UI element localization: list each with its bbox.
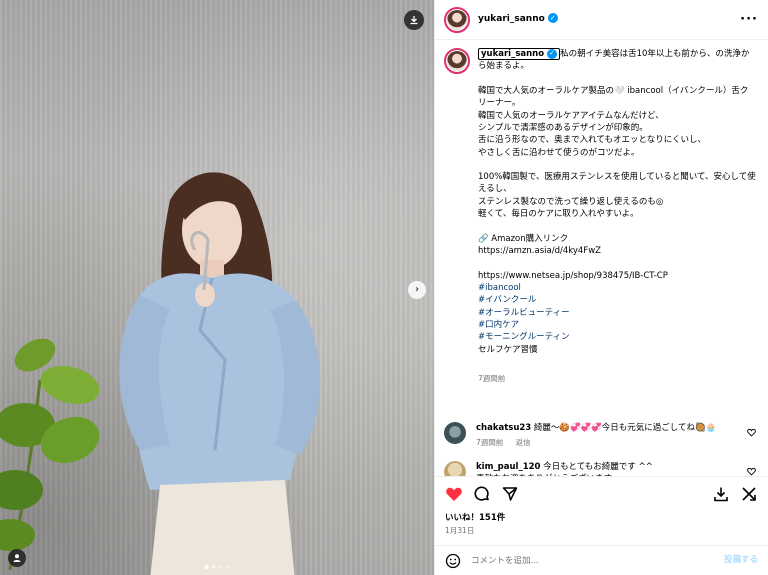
comment-icon xyxy=(474,486,489,501)
chevron-right-icon: › xyxy=(414,283,420,295)
comments-scroll-area[interactable]: yukari_sanno ✓ 私の朝イチ美容は舌10年以上も前から、の洗浄から始まる… xyxy=(435,40,768,476)
heart-filled-icon xyxy=(446,488,462,502)
user-icon xyxy=(13,554,21,562)
comment-like-icon[interactable] xyxy=(747,467,756,476)
send-icon xyxy=(502,487,518,502)
download-post-button[interactable] xyxy=(712,485,730,503)
post-date[interactable]: 1月31日 xyxy=(435,524,768,545)
carousel-dot xyxy=(204,565,209,569)
download-button[interactable] xyxy=(404,10,424,30)
post-header: yukari_sanno ✓ ··· xyxy=(435,0,768,40)
caption-text: yukari_sanno ✓ 私の朝イチ美容は舌10年以上も前から、の洗浄から始まる… xyxy=(478,48,756,385)
hashtag-link[interactable]: #モーニングルーティン xyxy=(478,331,756,343)
download-icon xyxy=(410,16,418,25)
avatar[interactable] xyxy=(444,48,470,74)
carousel-dot xyxy=(225,565,230,569)
avatar[interactable] xyxy=(444,421,466,444)
carousel-dot xyxy=(211,565,216,569)
share-button[interactable] xyxy=(501,485,519,503)
comment-input[interactable] xyxy=(471,555,724,566)
download-icon xyxy=(714,487,728,502)
comment-username[interactable]: kim_paul_120 xyxy=(476,462,540,472)
post-image[interactable]: › xyxy=(0,0,434,575)
comment-username[interactable]: chakatsu23 xyxy=(476,423,531,433)
post-details-panel: yukari_sanno ✓ ··· yukari_sanno ✓ 私の朝イチ美容は舌… xyxy=(434,0,768,575)
action-bar xyxy=(435,475,768,512)
shuffle-icon xyxy=(742,487,756,502)
carousel-dot xyxy=(218,565,223,569)
emoji-icon[interactable] xyxy=(445,553,461,569)
instagram-post-modal: › yukari_sanno ✓ ··· yukari_sanno ✓ 私の朝イチ美 xyxy=(0,0,768,575)
post-comment-button[interactable]: 投稿する xyxy=(724,554,758,566)
header-username[interactable]: yukari_sanno ✓ xyxy=(478,13,558,26)
share-forward-button[interactable] xyxy=(740,485,758,503)
caption-timestamp[interactable]: 7週間前 xyxy=(478,374,756,385)
add-comment-bar: 投稿する xyxy=(435,545,768,575)
caption-username[interactable]: yukari_sanno ✓ xyxy=(478,48,561,60)
avatar[interactable] xyxy=(444,460,466,476)
tagged-users-button[interactable] xyxy=(8,549,26,567)
carousel-indicator xyxy=(204,565,230,569)
reply-button[interactable]: 返信 xyxy=(516,438,531,447)
comment-meta: 7週間前 返信 xyxy=(476,438,741,449)
comment-text: 綺麗〜🍪💞💞💞今日も元気に過ごしてね🥘🧁 xyxy=(533,422,717,433)
avatar[interactable] xyxy=(444,6,470,33)
caption: yukari_sanno ✓ 私の朝イチ美容は舌10年以上も前から、の洗浄から始まる… xyxy=(444,48,756,410)
like-button[interactable] xyxy=(445,485,463,503)
verified-badge-icon: ✓ xyxy=(547,48,558,59)
comment-item: kim_paul_120 今日もとてもお綺麗です ^^ 素敵なお姿をありがとうご… xyxy=(444,460,756,476)
hashtag-link[interactable]: #口内ケア xyxy=(478,319,756,331)
hashtag-link[interactable]: #ibancool xyxy=(478,282,756,294)
hashtag-link[interactable]: #オーラルビューティー xyxy=(478,307,756,319)
next-image-button[interactable]: › xyxy=(408,281,426,299)
woman-figure xyxy=(119,172,321,575)
comment-button[interactable] xyxy=(473,485,491,503)
comment-timestamp[interactable]: 7週間前 xyxy=(476,438,503,447)
more-options-icon[interactable]: ··· xyxy=(740,13,758,26)
like-count[interactable]: いいね！151件 xyxy=(435,512,768,524)
hashtag-link[interactable]: #イバンクール xyxy=(478,294,756,306)
comment-item: chakatsu23 綺麗〜🍪💞💞💞今日も元気に過ごしてね🥘🧁 7週間前 返信 xyxy=(444,421,756,449)
comment-like-icon[interactable] xyxy=(747,428,756,437)
verified-badge-icon: ✓ xyxy=(547,13,558,24)
